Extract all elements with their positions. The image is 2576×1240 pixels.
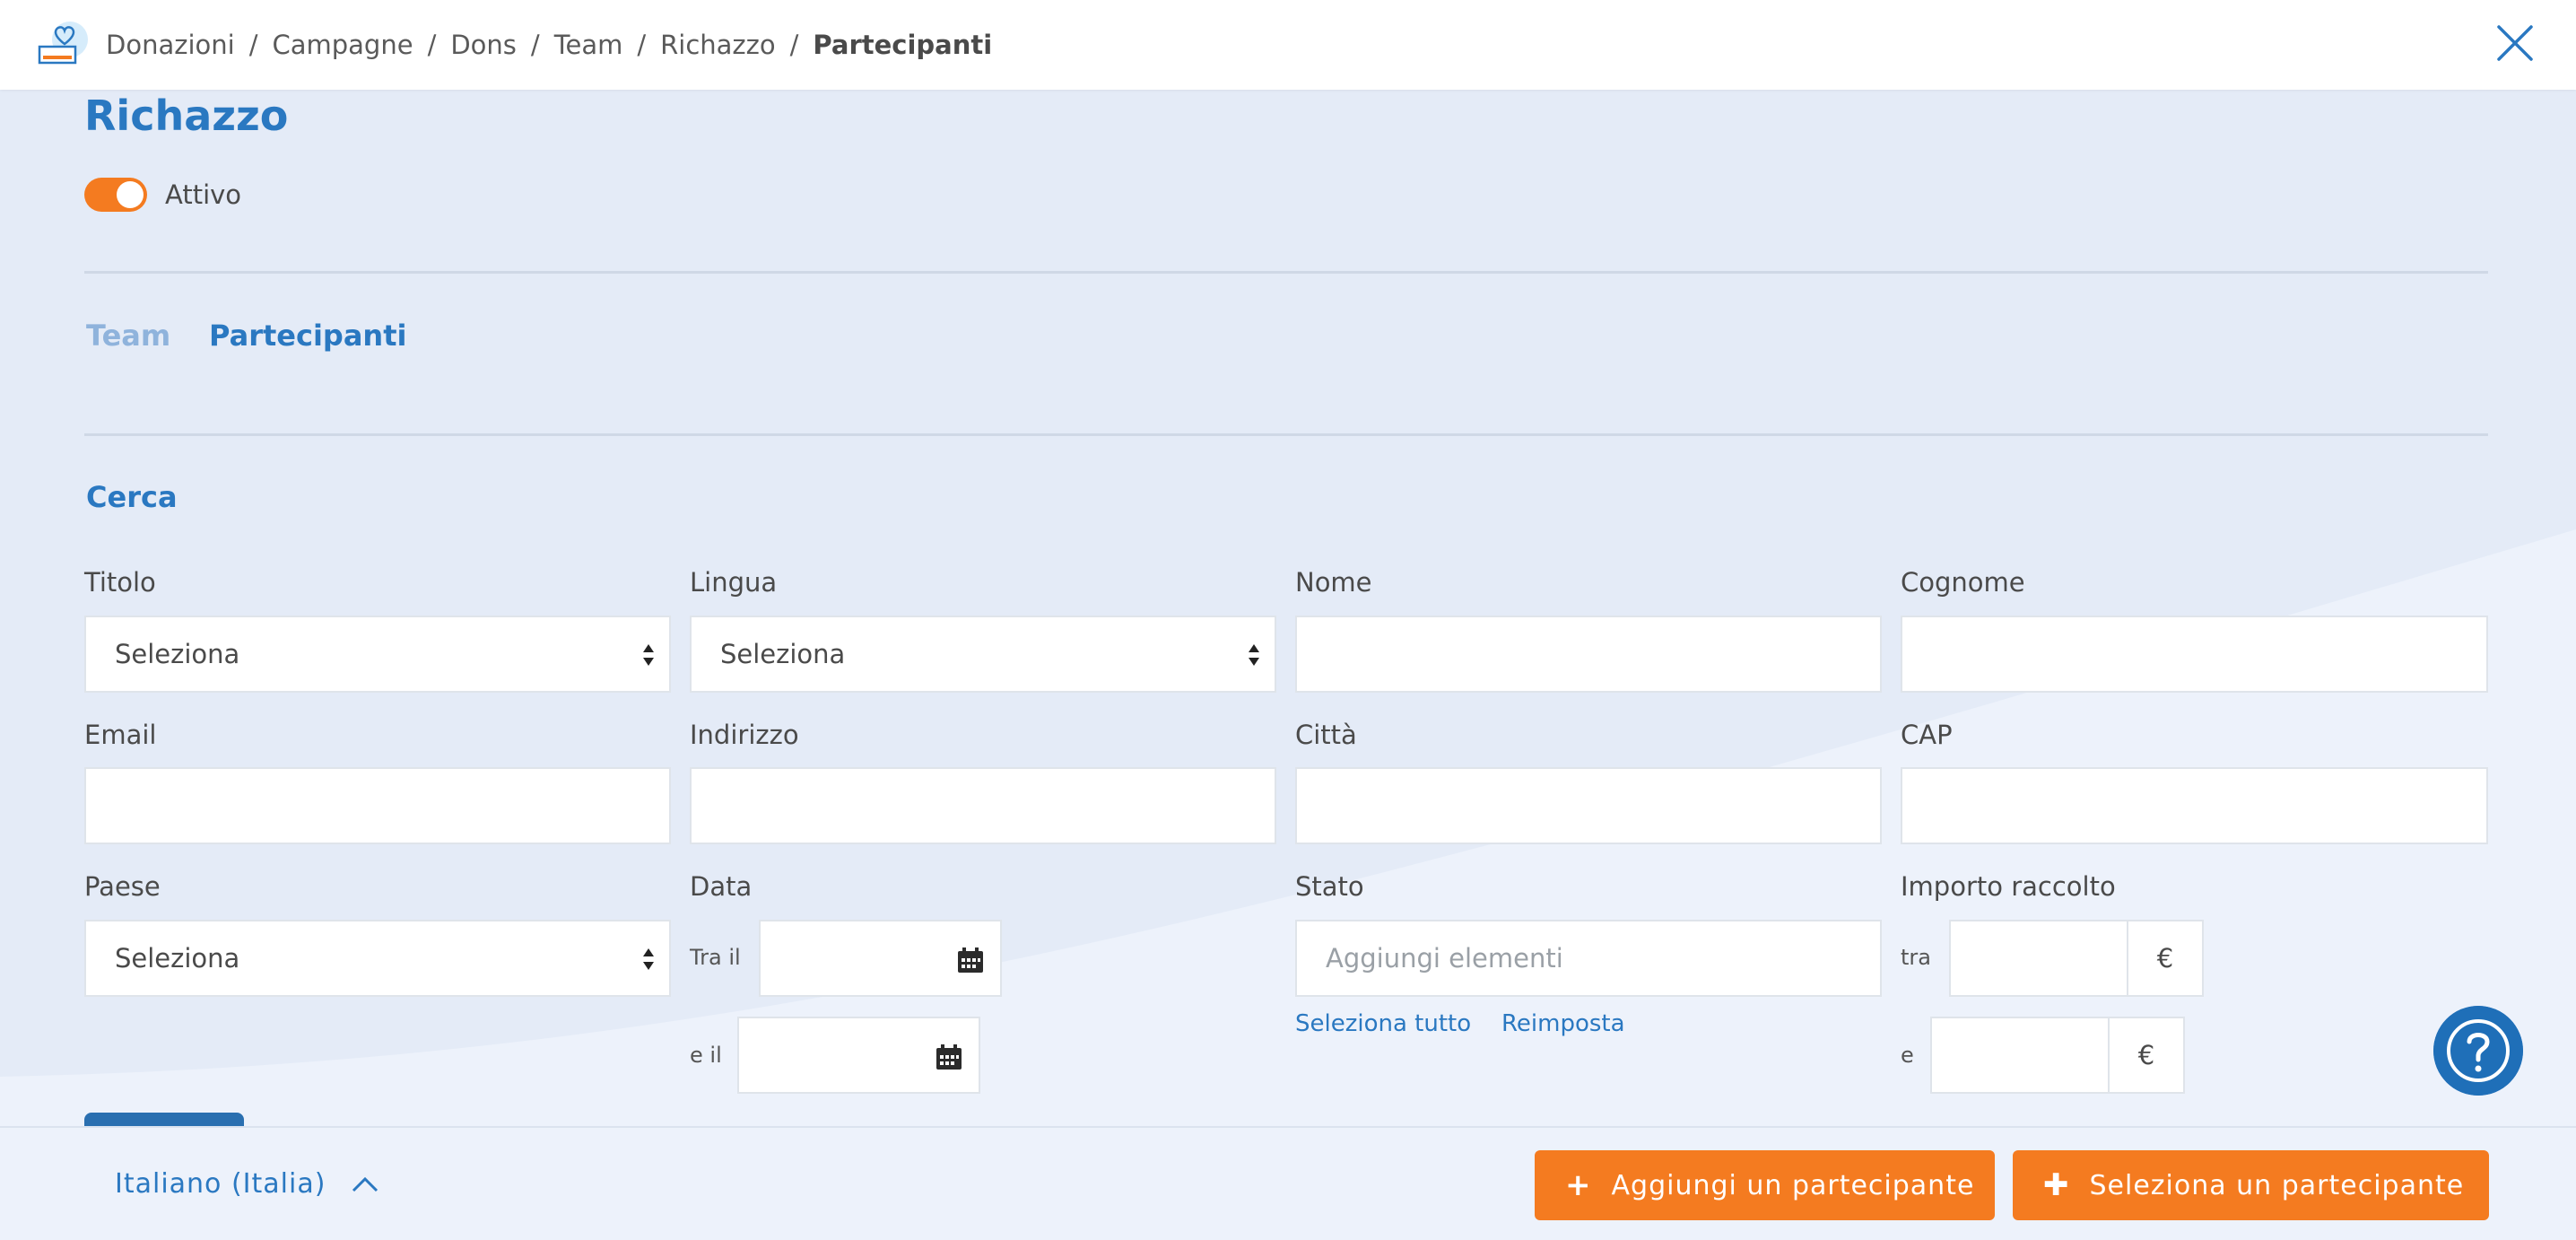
paese-label: Paese xyxy=(84,871,161,902)
toggle-knob xyxy=(117,181,144,208)
breadcrumb-dons[interactable]: Dons xyxy=(450,30,517,60)
amount-from-input[interactable] xyxy=(1949,920,2128,997)
footer-bar: Italiano (Italia) + Aggiungi un partecip… xyxy=(0,1126,2576,1240)
cap-label: CAP xyxy=(1901,720,1953,750)
help-icon[interactable] xyxy=(2433,1006,2523,1096)
paese-select[interactable]: Seleziona xyxy=(84,920,671,997)
euro-addon: € xyxy=(2108,1017,2185,1094)
divider xyxy=(84,271,2488,274)
page-title: Richazzo xyxy=(84,92,289,140)
chevron-up-icon xyxy=(352,1176,379,1192)
select-all-link[interactable]: Seleziona tutto xyxy=(1295,1010,1471,1037)
nome-input[interactable] xyxy=(1295,616,1882,693)
indirizzo-input[interactable] xyxy=(690,767,1276,844)
breadcrumb-donazioni[interactable]: Donazioni xyxy=(106,30,235,60)
cognome-input[interactable] xyxy=(1901,616,2488,693)
add-participant-button[interactable]: + Aggiungi un partecipante xyxy=(1535,1150,1995,1220)
date-to-input[interactable] xyxy=(737,1017,980,1094)
breadcrumb-separator: / xyxy=(789,30,799,60)
plus-icon: ✚ xyxy=(2043,1167,2070,1203)
active-toggle-label: Attivo xyxy=(165,179,242,210)
reset-link[interactable]: Reimposta xyxy=(1501,1010,1625,1037)
language-label: Italiano (Italia) xyxy=(115,1168,326,1200)
breadcrumb-team[interactable]: Team xyxy=(554,30,623,60)
language-selector[interactable]: Italiano (Italia) xyxy=(115,1128,379,1240)
citta-input[interactable] xyxy=(1295,767,1882,844)
stato-placeholder: Aggiungi elementi xyxy=(1326,943,1563,974)
nome-label: Nome xyxy=(1295,567,1372,598)
email-input[interactable] xyxy=(84,767,671,844)
breadcrumb-separator: / xyxy=(427,30,437,60)
stato-multiselect[interactable]: Aggiungi elementi xyxy=(1295,920,1882,997)
data-label: Data xyxy=(690,871,753,902)
stato-label: Stato xyxy=(1295,871,1364,902)
select-participant-button[interactable]: ✚ Seleziona un partecipante xyxy=(2013,1150,2489,1220)
lingua-select[interactable]: Seleziona xyxy=(690,616,1276,693)
plus-icon: + xyxy=(1565,1167,1592,1203)
add-participant-label: Aggiungi un partecipante xyxy=(1611,1169,1975,1201)
select-arrows-icon xyxy=(643,644,654,666)
close-icon[interactable] xyxy=(2495,23,2535,63)
lingua-label: Lingua xyxy=(690,567,778,598)
data-from-label: Tra il xyxy=(690,945,741,970)
lingua-select-value: Seleziona xyxy=(720,639,846,669)
top-bar: Donazioni / Campagne / Dons / Team / Ric… xyxy=(0,0,2576,90)
paese-select-value: Seleziona xyxy=(115,943,240,974)
importo-to-label: e xyxy=(1901,1043,1914,1068)
importo-from-label: tra xyxy=(1901,945,1931,970)
breadcrumb-partecipanti: Partecipanti xyxy=(813,30,993,60)
tab-team[interactable]: Team xyxy=(86,319,170,353)
active-toggle[interactable] xyxy=(84,178,147,212)
select-arrows-icon xyxy=(643,948,654,970)
importo-label: Importo raccolto xyxy=(1901,871,2116,902)
email-label: Email xyxy=(84,720,157,750)
select-arrows-icon xyxy=(1249,644,1259,666)
breadcrumb: Donazioni / Campagne / Dons / Team / Ric… xyxy=(106,0,992,90)
breadcrumb-separator: / xyxy=(248,30,258,60)
amount-to-input[interactable] xyxy=(1930,1017,2110,1094)
cap-input[interactable] xyxy=(1901,767,2488,844)
breadcrumb-separator: / xyxy=(530,30,540,60)
titolo-label: Titolo xyxy=(84,567,156,598)
cognome-label: Cognome xyxy=(1901,567,2025,598)
calendar-icon[interactable] xyxy=(936,1044,962,1070)
citta-label: Città xyxy=(1295,720,1357,750)
select-participant-label: Seleziona un partecipante xyxy=(2089,1169,2465,1201)
divider xyxy=(84,433,2488,436)
tab-partecipanti[interactable]: Partecipanti xyxy=(209,319,406,353)
breadcrumb-separator: / xyxy=(637,30,647,60)
data-to-label: e il xyxy=(690,1043,722,1068)
titolo-select-value: Seleziona xyxy=(115,639,240,669)
breadcrumb-campagne[interactable]: Campagne xyxy=(272,30,413,60)
indirizzo-label: Indirizzo xyxy=(690,720,799,750)
donation-logo-icon xyxy=(38,22,88,65)
calendar-icon[interactable] xyxy=(957,947,984,974)
search-section-title: Cerca xyxy=(86,480,178,514)
breadcrumb-richazzo[interactable]: Richazzo xyxy=(660,30,776,60)
euro-addon: € xyxy=(2127,920,2204,997)
titolo-select[interactable]: Seleziona xyxy=(84,616,671,693)
date-from-input[interactable] xyxy=(759,920,1002,997)
